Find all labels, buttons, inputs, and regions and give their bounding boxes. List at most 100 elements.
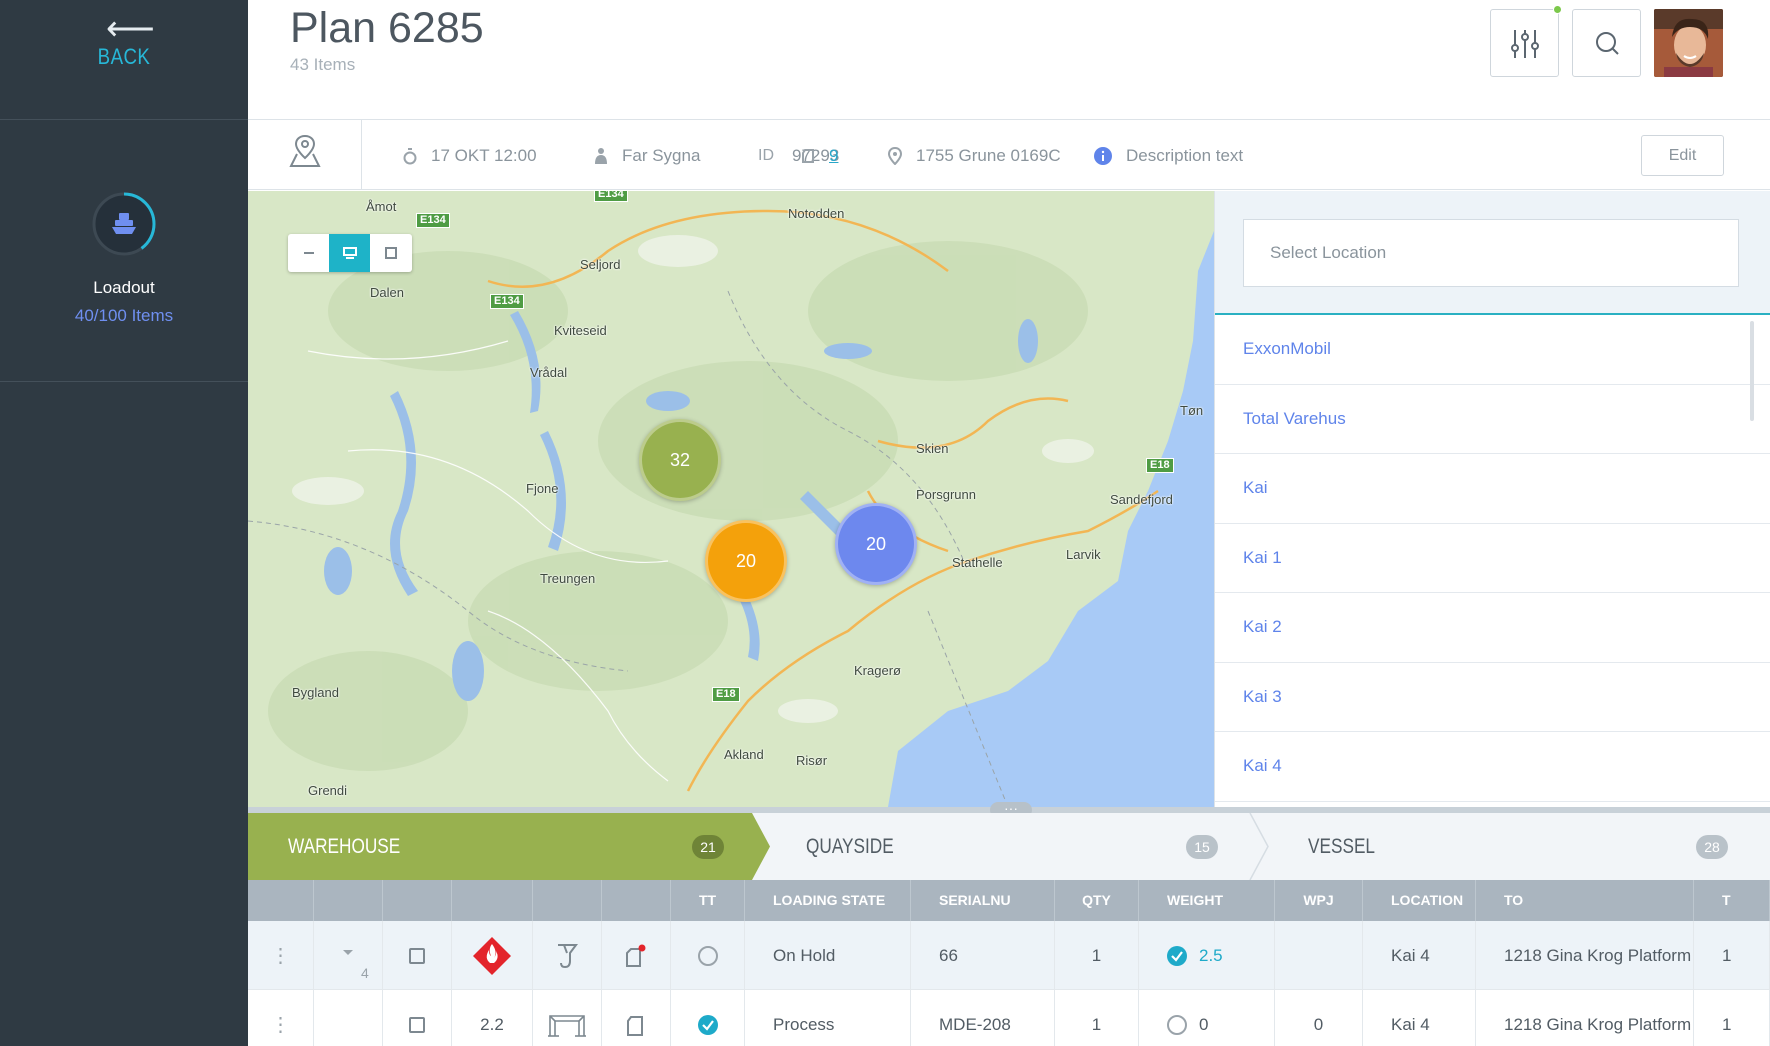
row-location: Kai 4 bbox=[1363, 990, 1476, 1046]
map-view-button[interactable] bbox=[329, 234, 370, 272]
row-hazard-cell bbox=[452, 921, 533, 990]
col-to[interactable]: TO bbox=[1476, 880, 1694, 921]
copy-icon bbox=[802, 149, 814, 163]
col-equipment bbox=[533, 880, 602, 921]
location-pin-icon bbox=[888, 147, 902, 165]
loadout-items: 40/100 Items bbox=[74, 306, 174, 325]
row-checkbox[interactable] bbox=[409, 947, 425, 964]
row-hazard-code: 2.2 bbox=[452, 990, 533, 1046]
map-label: Notodden bbox=[788, 206, 845, 221]
sidebar: ⟵ BACK Loadout 40/100 Items bbox=[0, 0, 248, 1046]
row-serial: MDE-208 bbox=[911, 990, 1055, 1046]
weight-radio[interactable] bbox=[1167, 1014, 1187, 1035]
row-weight: 0 bbox=[1199, 1014, 1209, 1034]
items-table: TT LOADING STATE SERIALNU QTY WEIGHT WPJ… bbox=[248, 880, 1770, 1046]
location-item[interactable]: Kai 3 bbox=[1215, 663, 1770, 732]
table-header: TT LOADING STATE SERIALNU QTY WEIGHT WPJ… bbox=[248, 880, 1770, 921]
fullscreen-button[interactable] bbox=[370, 234, 411, 272]
map-cluster[interactable]: 20 bbox=[835, 503, 917, 585]
info-icon bbox=[1094, 147, 1112, 165]
map-label: Akland bbox=[724, 747, 764, 762]
tab-quayside-label: QUAYSIDE bbox=[806, 835, 894, 858]
row-tt-cell bbox=[671, 990, 745, 1046]
location-item[interactable]: ExxonMobil bbox=[1215, 315, 1770, 385]
row-menu-button[interactable]: ⋮ bbox=[248, 990, 314, 1046]
row-weight: 2.5 bbox=[1199, 945, 1223, 965]
map-label: Grendi bbox=[308, 783, 348, 798]
map-cluster[interactable]: 32 bbox=[639, 419, 721, 501]
avatar[interactable] bbox=[1654, 9, 1723, 77]
route-label: E18 bbox=[712, 687, 740, 702]
map-label: Vrådal bbox=[530, 365, 568, 380]
row-loading-state: Process bbox=[745, 990, 911, 1046]
col-location[interactable]: LOCATION bbox=[1363, 880, 1476, 921]
map-toggle-button[interactable] bbox=[248, 120, 362, 190]
row-doc-cell[interactable] bbox=[602, 990, 671, 1046]
tab-vessel[interactable]: VESSEL 28 bbox=[1268, 813, 1770, 880]
col-doc bbox=[602, 880, 671, 921]
loadout-title: Loadout bbox=[93, 278, 155, 297]
check-circle-icon[interactable] bbox=[697, 1014, 718, 1035]
col-qty[interactable]: QTY bbox=[1055, 880, 1139, 921]
tab-quayside[interactable]: QUAYSIDE 15 bbox=[770, 813, 1250, 880]
table-row[interactable]: ⋮ 4 On Hold 66 1 2.5 Kai 4 1218 Gina Kro… bbox=[248, 921, 1770, 990]
minus-icon bbox=[303, 252, 314, 254]
table-row[interactable]: ⋮ 2.2 Process MDE-208 1 0 0 Kai 4 1218 G… bbox=[248, 990, 1770, 1046]
row-to: 1218 Gina Krog Platform bbox=[1476, 921, 1694, 990]
row-checkbox[interactable] bbox=[409, 1016, 425, 1033]
col-t[interactable]: T bbox=[1694, 880, 1770, 921]
user-photo bbox=[1654, 9, 1723, 77]
tab-quayside-count: 15 bbox=[1186, 835, 1218, 859]
map-label: Åmot bbox=[366, 199, 397, 214]
check-circle-icon[interactable] bbox=[1167, 945, 1187, 966]
col-serial[interactable]: SERIALNU bbox=[911, 880, 1055, 921]
col-select bbox=[383, 880, 452, 921]
location-list-scrollbar[interactable] bbox=[1750, 321, 1754, 421]
col-tt[interactable]: TT bbox=[671, 880, 745, 921]
search-icon bbox=[1596, 32, 1619, 55]
zoom-out-button[interactable] bbox=[288, 234, 329, 272]
tab-warehouse-label: WAREHOUSE bbox=[288, 835, 401, 858]
row-wpj: 0 bbox=[1275, 990, 1363, 1046]
location-item[interactable]: Kai 1 bbox=[1215, 524, 1770, 593]
col-loading-state[interactable]: LOADING STATE bbox=[745, 880, 911, 921]
location-search-area bbox=[1215, 191, 1770, 315]
row-expand-cell[interactable]: 4 bbox=[314, 921, 383, 990]
map-label: Treungen bbox=[540, 571, 596, 586]
row-select-cell bbox=[383, 921, 452, 990]
back-button[interactable]: ⟵ BACK bbox=[0, 0, 248, 120]
loadout-summary[interactable]: Loadout 40/100 Items bbox=[0, 120, 248, 382]
row-equipment-cell bbox=[533, 921, 602, 990]
location-item[interactable]: Total Varehus bbox=[1215, 385, 1770, 454]
search-button[interactable] bbox=[1572, 9, 1641, 77]
col-expand bbox=[314, 880, 383, 921]
location-select-input[interactable] bbox=[1243, 219, 1739, 287]
info-count[interactable]: 9 bbox=[801, 144, 838, 168]
location-item[interactable]: Kai 2 bbox=[1215, 593, 1770, 663]
location-item[interactable]: Kai bbox=[1215, 454, 1770, 524]
col-weight[interactable]: WEIGHT bbox=[1139, 880, 1275, 921]
route-label: E134 bbox=[490, 294, 524, 309]
col-wpj[interactable]: WPJ bbox=[1275, 880, 1363, 921]
info-datetime-text: 17 OKT 12:00 bbox=[431, 146, 537, 165]
map-label: Sandefjord bbox=[1110, 492, 1173, 507]
map-label: Tøn bbox=[1180, 403, 1204, 418]
person-icon bbox=[595, 148, 607, 164]
col-hazard bbox=[452, 880, 533, 921]
row-doc-cell[interactable] bbox=[602, 921, 671, 990]
map-cluster[interactable]: 20 bbox=[705, 520, 787, 602]
map-label: Risør bbox=[796, 753, 828, 768]
map-background bbox=[248, 191, 1214, 807]
location-item[interactable]: Kai 4 bbox=[1215, 732, 1770, 802]
row-wpj bbox=[1275, 921, 1363, 990]
tt-radio[interactable] bbox=[697, 945, 718, 966]
info-count-link[interactable]: 9 bbox=[829, 146, 838, 166]
tab-vessel-label: VESSEL bbox=[1308, 835, 1376, 858]
edit-button[interactable]: Edit bbox=[1641, 135, 1724, 176]
item-count: 43 Items bbox=[290, 55, 356, 74]
tab-warehouse[interactable]: WAREHOUSE 21 bbox=[248, 813, 758, 880]
row-menu-button[interactable]: ⋮ bbox=[248, 921, 314, 990]
filter-button[interactable] bbox=[1490, 9, 1559, 77]
map[interactable]: E134 E134 E134 E18 E18 Åmot Notodden Sel… bbox=[248, 191, 1214, 807]
info-description: Description text bbox=[1094, 144, 1243, 168]
